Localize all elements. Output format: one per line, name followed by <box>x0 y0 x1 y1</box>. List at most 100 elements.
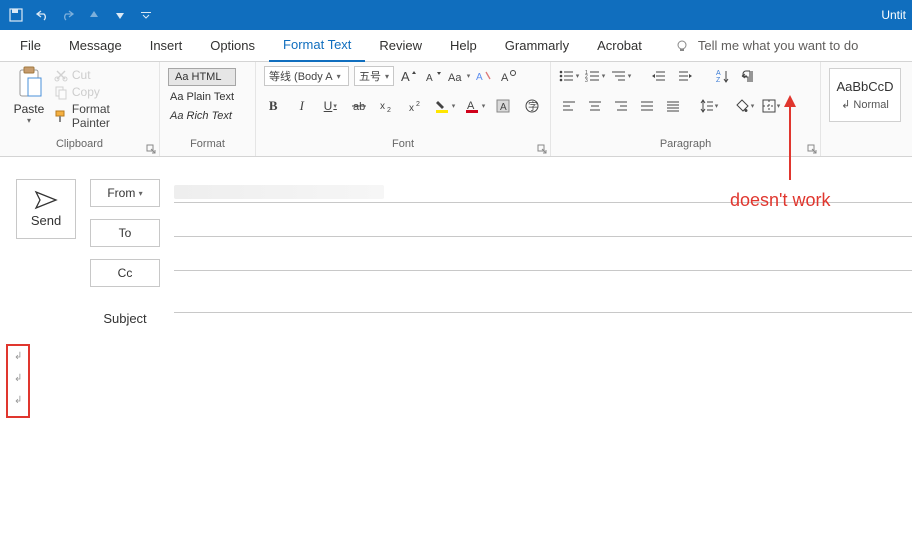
group-styles: AaBbCcD ↲ Normal <box>821 62 912 156</box>
tab-format-text[interactable]: Format Text <box>269 30 365 62</box>
format-painter-button[interactable]: Format Painter <box>54 102 151 130</box>
distributed-icon[interactable] <box>663 96 683 116</box>
line-spacing-icon[interactable]: ▾ <box>699 96 719 116</box>
redo-icon[interactable] <box>58 5 78 25</box>
shading-icon[interactable]: ▾ <box>735 96 755 116</box>
svg-text:Z: Z <box>716 77 721 84</box>
paragraph-mark-icon: ↲ <box>8 390 28 412</box>
paste-label: Paste <box>14 102 45 116</box>
character-shading-icon[interactable]: A <box>495 96 514 116</box>
tab-insert[interactable]: Insert <box>136 30 197 62</box>
to-button[interactable]: To <box>90 219 160 247</box>
change-case-icon[interactable]: Aa▾ <box>449 66 469 86</box>
dialog-launcher-icon[interactable] <box>537 144 547 154</box>
bold-button[interactable]: B <box>264 96 283 116</box>
sort-icon[interactable]: AZ <box>713 66 733 86</box>
clear-formatting-icon[interactable]: A <box>474 66 494 86</box>
tell-me-label: Tell me what you want to do <box>698 38 858 53</box>
svg-text:A: A <box>476 72 483 83</box>
dialog-launcher-icon[interactable] <box>807 144 817 154</box>
justify-icon[interactable] <box>637 96 657 116</box>
annotation-arrow <box>780 95 800 185</box>
borders-icon[interactable]: ▾ <box>761 96 781 116</box>
copy-button[interactable]: Copy <box>54 85 151 99</box>
increase-indent-icon[interactable] <box>675 66 695 86</box>
character-formatting-icon[interactable]: A <box>499 66 519 86</box>
send-icon <box>35 191 57 209</box>
svg-text:A: A <box>716 70 721 77</box>
message-body[interactable]: ↲ ↲ ↲ <box>6 344 906 544</box>
group-clipboard: Paste ▾ Cut Copy Format Painter Clipboar… <box>0 62 160 156</box>
group-format: Aa HTML Aa Plain Text Aa Rich Text Forma… <box>160 62 256 156</box>
svg-text:A: A <box>500 102 507 113</box>
down-arrow-icon[interactable] <box>110 5 130 25</box>
tab-message[interactable]: Message <box>55 30 136 62</box>
superscript-icon[interactable]: x2 <box>407 96 426 116</box>
up-arrow-icon[interactable] <box>84 5 104 25</box>
tab-review[interactable]: Review <box>365 30 436 62</box>
style-normal[interactable]: AaBbCcD ↲ Normal <box>829 68 901 122</box>
svg-text:A: A <box>426 73 433 84</box>
grow-font-icon[interactable]: A <box>399 66 419 86</box>
ribbon: Paste ▾ Cut Copy Format Painter Clipboar… <box>0 62 912 157</box>
format-painter-icon <box>54 109 68 123</box>
tab-grammarly[interactable]: Grammarly <box>491 30 583 62</box>
save-icon[interactable] <box>6 5 26 25</box>
annotation-text: doesn't work <box>730 190 831 211</box>
quick-access-toolbar <box>6 5 156 25</box>
strikethrough-icon[interactable]: ab <box>350 96 369 116</box>
chevron-down-icon: ▾ <box>139 189 143 198</box>
enclose-characters-icon[interactable]: 字 <box>524 96 543 116</box>
cut-icon <box>54 68 68 82</box>
highlight-color-icon[interactable]: ▾ <box>435 96 455 116</box>
subject-field[interactable] <box>174 291 912 313</box>
svg-text:3: 3 <box>585 78 588 84</box>
bullets-icon[interactable]: ▾ <box>559 66 579 86</box>
tab-help[interactable]: Help <box>436 30 491 62</box>
tab-acrobat[interactable]: Acrobat <box>583 30 656 62</box>
paste-dropdown-icon[interactable]: ▾ <box>27 116 31 125</box>
font-name-select[interactable]: 等线 (Body A▾ <box>264 66 349 86</box>
group-label-format: Format <box>190 138 225 150</box>
annotation-box: ↲ ↲ ↲ <box>6 344 30 418</box>
show-hide-paragraph-icon[interactable] <box>739 66 759 86</box>
qat-more-icon[interactable] <box>136 5 156 25</box>
align-left-icon[interactable] <box>559 96 579 116</box>
from-button[interactable]: From ▾ <box>90 179 160 207</box>
compose-header: Send From ▾ To Cc Subject <box>0 157 912 326</box>
subject-label: Subject <box>90 311 160 326</box>
title-bar: Untit <box>0 0 912 30</box>
decrease-indent-icon[interactable] <box>649 66 669 86</box>
italic-button[interactable]: I <box>293 96 312 116</box>
group-label-clipboard: Clipboard <box>56 138 103 150</box>
svg-text:x: x <box>380 101 385 112</box>
align-right-icon[interactable] <box>611 96 631 116</box>
numbering-icon[interactable]: 123▾ <box>585 66 605 86</box>
svg-text:Aa: Aa <box>448 72 462 84</box>
copy-icon <box>54 85 68 99</box>
tell-me-search[interactable]: Tell me what you want to do <box>674 38 858 54</box>
align-center-icon[interactable] <box>585 96 605 116</box>
cc-field[interactable] <box>174 249 912 271</box>
tab-file[interactable]: File <box>6 30 55 62</box>
shrink-font-icon[interactable]: A <box>424 66 444 86</box>
send-button[interactable]: Send <box>16 179 76 239</box>
dialog-launcher-icon[interactable] <box>146 144 156 154</box>
multilevel-list-icon[interactable]: ▾ <box>611 66 631 86</box>
format-html-button[interactable]: Aa HTML <box>168 68 236 86</box>
from-field[interactable] <box>174 185 384 199</box>
group-label-paragraph: Paragraph <box>660 138 711 150</box>
to-field[interactable] <box>174 215 912 237</box>
cc-button[interactable]: Cc <box>90 259 160 287</box>
format-plain-button[interactable]: Aa Plain Text <box>168 89 236 105</box>
cut-button[interactable]: Cut <box>54 68 151 82</box>
format-rich-button[interactable]: Aa Rich Text <box>168 108 236 124</box>
font-size-select[interactable]: 五号▾ <box>354 66 394 86</box>
tab-options[interactable]: Options <box>196 30 269 62</box>
font-color-icon[interactable]: A▾ <box>465 96 485 116</box>
underline-button[interactable]: U▾ <box>321 96 340 116</box>
undo-icon[interactable] <box>32 5 52 25</box>
paste-icon[interactable] <box>15 66 43 100</box>
subscript-icon[interactable]: x2 <box>378 96 397 116</box>
group-label-font: Font <box>392 138 414 150</box>
